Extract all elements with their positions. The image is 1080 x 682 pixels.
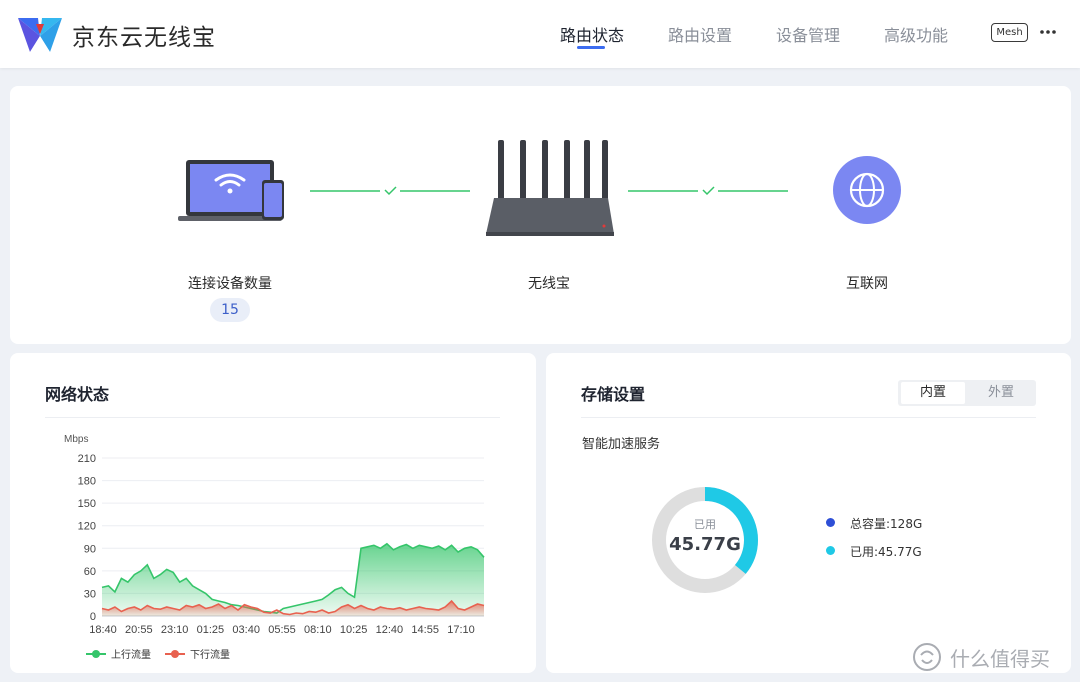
donut-used-caption: 已用: [694, 518, 716, 531]
tab-router-status[interactable]: 路由状态: [560, 22, 624, 46]
upload-area: [102, 543, 484, 616]
link-status-internet: [628, 186, 788, 196]
x-tick-label: 20:55: [125, 624, 153, 636]
y-tick-label: 60: [84, 566, 96, 578]
legend-used-dot: [826, 546, 835, 555]
internet-label: 互联网: [846, 276, 888, 292]
tab-router-settings[interactable]: 路由设置: [668, 22, 732, 46]
router-label: 无线宝: [528, 276, 570, 292]
x-tick-label: 05:55: [268, 624, 296, 636]
y-tick-label: 0: [90, 611, 96, 623]
internal-storage-tab[interactable]: 内置: [901, 382, 965, 404]
top-header: 京东云无线宝 路由状态 路由设置 设备管理 高级功能 Mesh: [0, 0, 1080, 68]
legend-used-capacity: 已用:45.77G: [850, 545, 922, 559]
y-tick-label: 30: [84, 588, 96, 600]
network-topology-card: 连接设备数量 15 无线宝 互联网: [10, 86, 1071, 344]
traffic-chart: Mbps 0 30 60 90 120 150 180 210 18:40 20:55 23:10…: [64, 434, 485, 661]
more-horizontal-icon[interactable]: [1039, 24, 1057, 40]
storage-settings-title: 存储设置: [581, 385, 646, 404]
laptop-wifi-icon[interactable]: [176, 154, 286, 226]
legend-dot-download: [171, 650, 179, 658]
x-tick-label: 14:55: [411, 624, 439, 636]
smzdm-logo-icon: [913, 643, 941, 671]
y-tick-label: 120: [78, 521, 96, 533]
globe-icon[interactable]: [833, 156, 901, 224]
tab-advanced-features[interactable]: 高级功能: [884, 22, 948, 46]
donut-used-value: 45.77G: [669, 534, 741, 555]
y-tick-label: 90: [84, 543, 96, 555]
legend-total-dot: [826, 518, 835, 527]
storage-settings-card: 存储设置 内置 外置 智能加速服务 已用 45.77G 总容量:128G 已用:…: [546, 353, 1071, 673]
x-tick-label: 23:10: [161, 624, 189, 636]
storage-type-toggle: 内置 外置: [898, 380, 1036, 406]
router-icon[interactable]: [484, 138, 614, 238]
x-tick-label: 08:10: [304, 624, 332, 636]
x-tick-label: 12:40: [376, 624, 404, 636]
network-status-card: 网络状态 Mbps 0 30 60 90 120 150 180 210 18:40 20:55…: [10, 353, 536, 673]
y-tick-label: 180: [78, 476, 96, 488]
app-title: 京东云无线宝: [72, 25, 216, 51]
jdcloud-logo-icon[interactable]: [16, 14, 64, 54]
x-tick-label: 18:40: [89, 624, 117, 636]
active-tab-indicator: [577, 46, 605, 49]
link-status-devices: [310, 186, 470, 196]
external-storage-tab[interactable]: 外置: [969, 382, 1033, 404]
watermark-text: 什么值得买: [950, 646, 1050, 671]
y-tick-label: 210: [78, 453, 96, 465]
x-tick-label: 10:25: [340, 624, 368, 636]
legend-upload[interactable]: 上行流量: [111, 648, 151, 661]
x-tick-label: 03:40: [232, 624, 260, 636]
legend-total-capacity: 总容量:128G: [850, 517, 923, 531]
x-tick-label: 17:10: [447, 624, 475, 636]
y-axis-label: Mbps: [64, 434, 88, 445]
tab-device-management[interactable]: 设备管理: [776, 22, 840, 46]
x-tick-label: 01:25: [197, 624, 225, 636]
divider: [581, 417, 1036, 418]
legend-download[interactable]: 下行流量: [190, 648, 230, 661]
watermark: 什么值得买: [912, 640, 1050, 674]
device-count-badge[interactable]: 15: [210, 298, 250, 322]
y-tick-label: 150: [78, 498, 96, 510]
legend-dot-upload: [92, 650, 100, 658]
smart-acceleration-label: 智能加速服务: [582, 437, 661, 452]
devices-label: 连接设备数量: [188, 276, 272, 292]
mesh-button[interactable]: Mesh: [991, 23, 1028, 42]
